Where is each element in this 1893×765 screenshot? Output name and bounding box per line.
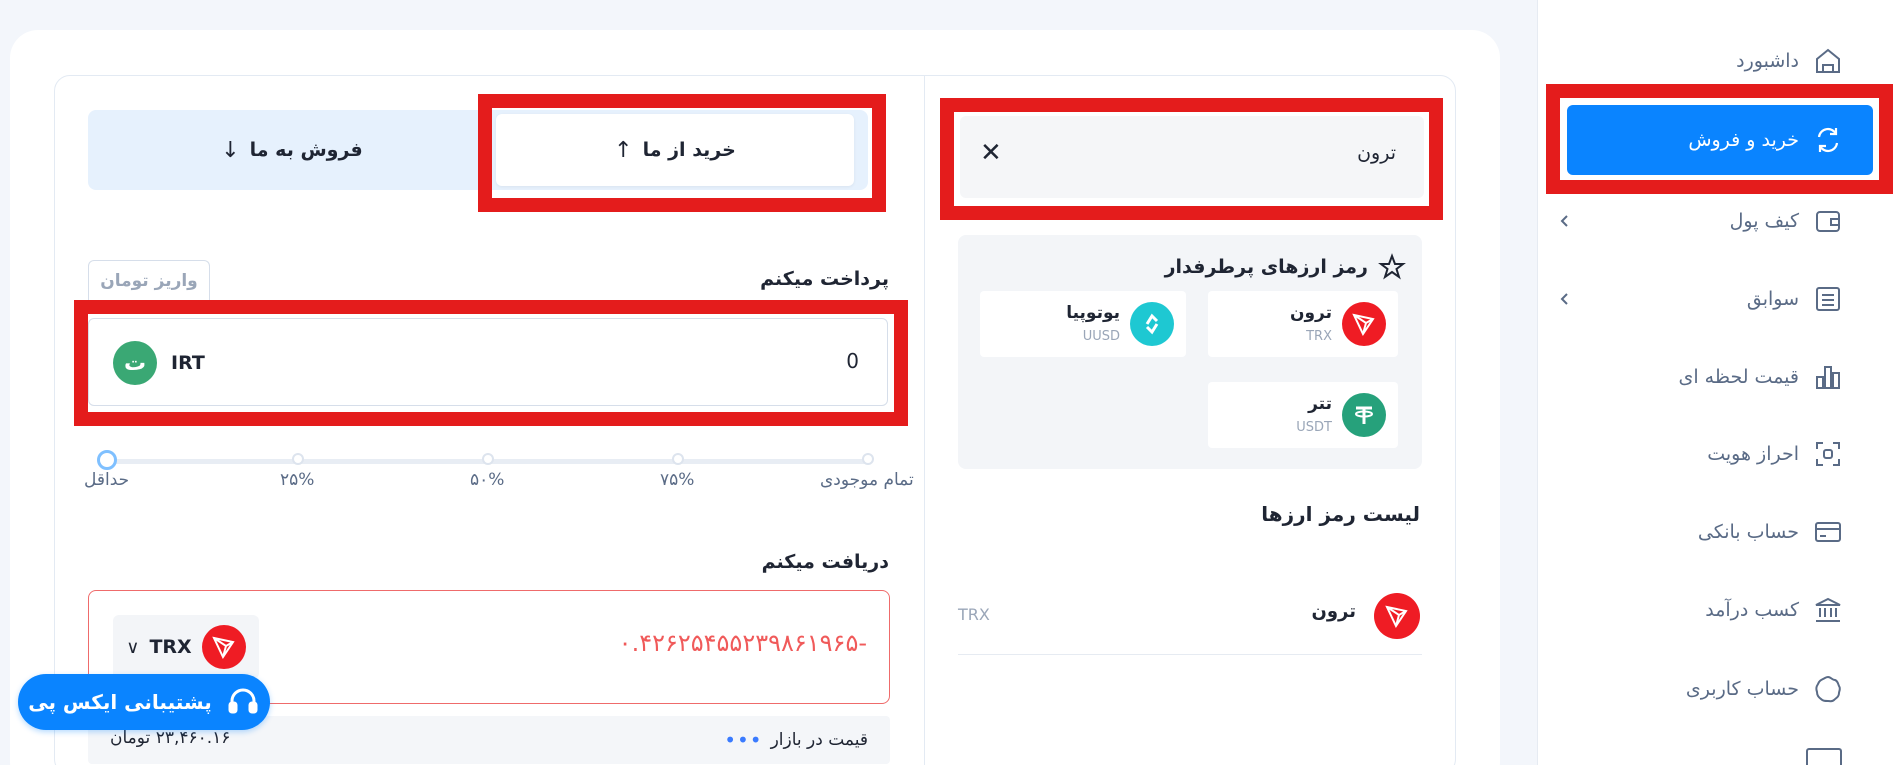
slider-label-25: ۲۵% (280, 470, 315, 490)
sidebar-item-buy-sell[interactable]: خرید و فروش (1567, 105, 1873, 175)
sidebar-item-label: حساب بانکی (1697, 521, 1799, 543)
sidebar-item-history[interactable]: سوابق (1545, 272, 1845, 326)
favorite-symbol: USDT (1296, 420, 1332, 435)
bank-icon (1811, 593, 1845, 627)
support-button[interactable]: پشتیبانی ایکس پی (18, 674, 270, 730)
pay-title: پرداخت میکنم (760, 268, 889, 290)
exit-icon[interactable] (1806, 748, 1842, 765)
pay-amount-value[interactable]: 0 (846, 349, 859, 373)
receive-amount-value: ۰.۴۲۶۲۵۴۵۵۲۳۹۸۶۱۹۶۵- (618, 629, 867, 657)
receive-title: دریافت میکنم (761, 551, 889, 573)
sidebar-item-label: سوابق (1746, 288, 1799, 310)
sidebar-item-label: کیف پول (1729, 210, 1799, 232)
wallet-icon (1811, 204, 1845, 238)
column-divider (924, 76, 925, 765)
slider-stop-100[interactable] (862, 453, 874, 465)
slider-label-all: تمام موجودی (820, 470, 914, 490)
star-icon (1378, 253, 1406, 280)
favorites-title-text: رمز ارزهای پرطرفدار (1164, 256, 1368, 278)
pay-currency: ت IRT (113, 341, 205, 385)
trade-tabs: ↓ فروش به ما ↑ خرید از ما (88, 110, 868, 190)
tether-icon (1342, 393, 1386, 437)
favorites-panel: رمز ارزهای پرطرفدار ترون TRX یوتوپیا UUS… (958, 235, 1422, 469)
sidebar-item-verification[interactable]: احراز هویت (1545, 427, 1845, 481)
tab-sell-label: فروش به ما (249, 139, 363, 161)
tron-icon (1342, 302, 1386, 346)
arrow-up-icon: ↑ (614, 137, 633, 163)
search-value[interactable]: ترون (1357, 142, 1396, 164)
slider-label-min: حداقل (84, 470, 130, 490)
sidebar-item-label: کسب درآمد (1705, 599, 1799, 621)
market-price-label: قیمت در بازار ••• (724, 728, 868, 752)
tron-icon (201, 625, 246, 669)
chevron-left-icon[interactable] (1557, 213, 1573, 229)
arrow-down-icon: ↓ (221, 137, 240, 163)
exchange-icon (1811, 123, 1845, 157)
sidebar-item-user-account[interactable]: حساب کاربری (1545, 662, 1845, 716)
sidebar-item-dashboard[interactable]: داشبورد (1545, 34, 1845, 88)
crypto-list-title: لیست رمز ارزها (1261, 502, 1420, 526)
sidebar-item-label: خرید و فروش (1688, 129, 1799, 151)
pay-amount-field[interactable]: 0 ت IRT (88, 318, 888, 406)
receive-currency-select[interactable]: ∨ TRX (113, 615, 259, 679)
utopia-icon (1130, 302, 1174, 346)
sidebar-item-bank-account[interactable]: حساب بانکی (1545, 505, 1845, 559)
market-price-value: ۲۳,۴۶۰.۱۶ تومان (110, 728, 231, 748)
favorite-name: تتر (1308, 394, 1332, 414)
sidebar-item-label: قیمت لحظه ای (1678, 366, 1799, 388)
scan-icon (1811, 437, 1845, 471)
list-icon (1811, 282, 1845, 316)
sidebar-item-label: حساب کاربری (1685, 678, 1799, 700)
user-icon (1811, 672, 1845, 706)
close-icon[interactable]: ✕ (980, 138, 1002, 168)
toman-icon: ت (113, 341, 157, 385)
favorite-name: ترون (1289, 303, 1332, 323)
slider-stop-75[interactable] (672, 453, 684, 465)
market-label-text: قیمت در بازار (770, 730, 868, 750)
favorite-symbol: TRX (1306, 329, 1332, 344)
tron-icon (1374, 593, 1420, 639)
sidebar: داشبورد خرید و فروش کیف پول سوابق قیمت ل… (1537, 0, 1893, 765)
more-dots-icon: ••• (724, 728, 763, 752)
crypto-name: ترون (1311, 601, 1356, 622)
support-label: پشتیبانی ایکس پی (28, 690, 212, 714)
favorite-card-utopia[interactable]: یوتوپیا UUSD (980, 291, 1186, 357)
chevron-left-icon[interactable] (1557, 291, 1573, 307)
receive-currency-code: TRX (149, 636, 192, 658)
home-icon (1811, 44, 1845, 78)
deposit-toman-button[interactable]: واریز تومان (88, 260, 210, 300)
chevron-down-icon: ∨ (126, 636, 140, 658)
slider-label-75: ۷۵% (660, 470, 695, 490)
sidebar-item-label: داشبورد (1736, 50, 1799, 72)
crypto-list-row[interactable]: ترون TRX (958, 585, 1422, 655)
slider-stop-25[interactable] (292, 453, 304, 465)
favorite-card-tether[interactable]: تتر USDT (1208, 382, 1398, 448)
tab-sell[interactable]: ↓ فروش به ما (88, 110, 496, 190)
card-icon (1811, 515, 1845, 549)
tab-buy[interactable]: ↑ خرید از ما (496, 114, 854, 186)
favorite-symbol: UUSD (1082, 329, 1120, 344)
sidebar-item-earn[interactable]: کسب درآمد (1545, 583, 1845, 637)
sidebar-item-wallet[interactable]: کیف پول (1545, 194, 1845, 248)
sidebar-item-label: احراز هویت (1707, 443, 1799, 465)
slider-stop-50[interactable] (482, 453, 494, 465)
crypto-search-input[interactable]: ترون ✕ (960, 116, 1424, 198)
favorite-name: یوتوپیا (1066, 303, 1120, 323)
chart-icon (1811, 360, 1845, 394)
favorites-title: رمز ارزهای پرطرفدار (1165, 253, 1406, 281)
sidebar-item-live-prices[interactable]: قیمت لحظه ای (1545, 350, 1845, 404)
pay-currency-code: IRT (171, 352, 205, 374)
crypto-symbol: TRX (958, 605, 990, 624)
slider-label-50: ۵۰% (470, 470, 505, 490)
headset-icon (228, 688, 258, 714)
tab-buy-label: خرید از ما (642, 139, 736, 161)
favorite-card-tron[interactable]: ترون TRX (1208, 291, 1398, 357)
amount-slider-handle[interactable] (97, 450, 117, 470)
